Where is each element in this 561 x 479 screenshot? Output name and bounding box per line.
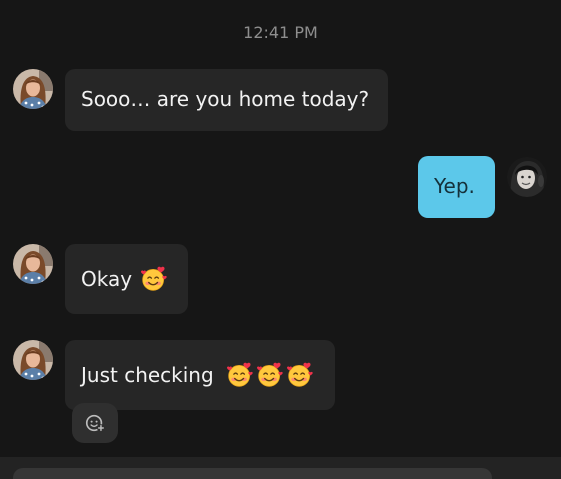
message-input[interactable] <box>13 468 492 479</box>
add-reaction-icon <box>85 414 105 432</box>
smiling-face-with-hearts-icon <box>256 361 284 389</box>
message-text: Just checking <box>81 363 214 387</box>
contact-avatar[interactable] <box>13 244 53 284</box>
smiling-face-with-hearts-icon <box>226 361 254 389</box>
contact-avatar[interactable] <box>13 340 53 380</box>
message-bubble-incoming[interactable]: Sooo… are you home today? <box>65 69 388 131</box>
message-timestamp: 12:41 PM <box>243 23 318 42</box>
message-text: Okay <box>81 267 133 291</box>
smiling-face-with-hearts-icon <box>140 265 168 293</box>
message-text: Sooo… are you home today? <box>81 87 370 111</box>
user-avatar[interactable] <box>507 157 547 197</box>
message-bubble-incoming[interactable]: Okay <box>65 244 188 314</box>
chat-screen: 12:41 PM Sooo… are you home today? Yep. … <box>0 0 561 479</box>
message-bubble-incoming[interactable]: Just checking <box>65 340 335 410</box>
message-bubble-outgoing[interactable]: Yep. <box>418 156 495 218</box>
contact-avatar[interactable] <box>13 69 53 109</box>
smiling-face-with-hearts-icon <box>286 361 314 389</box>
add-reaction-button[interactable] <box>72 403 118 443</box>
message-text: Yep. <box>434 174 475 198</box>
